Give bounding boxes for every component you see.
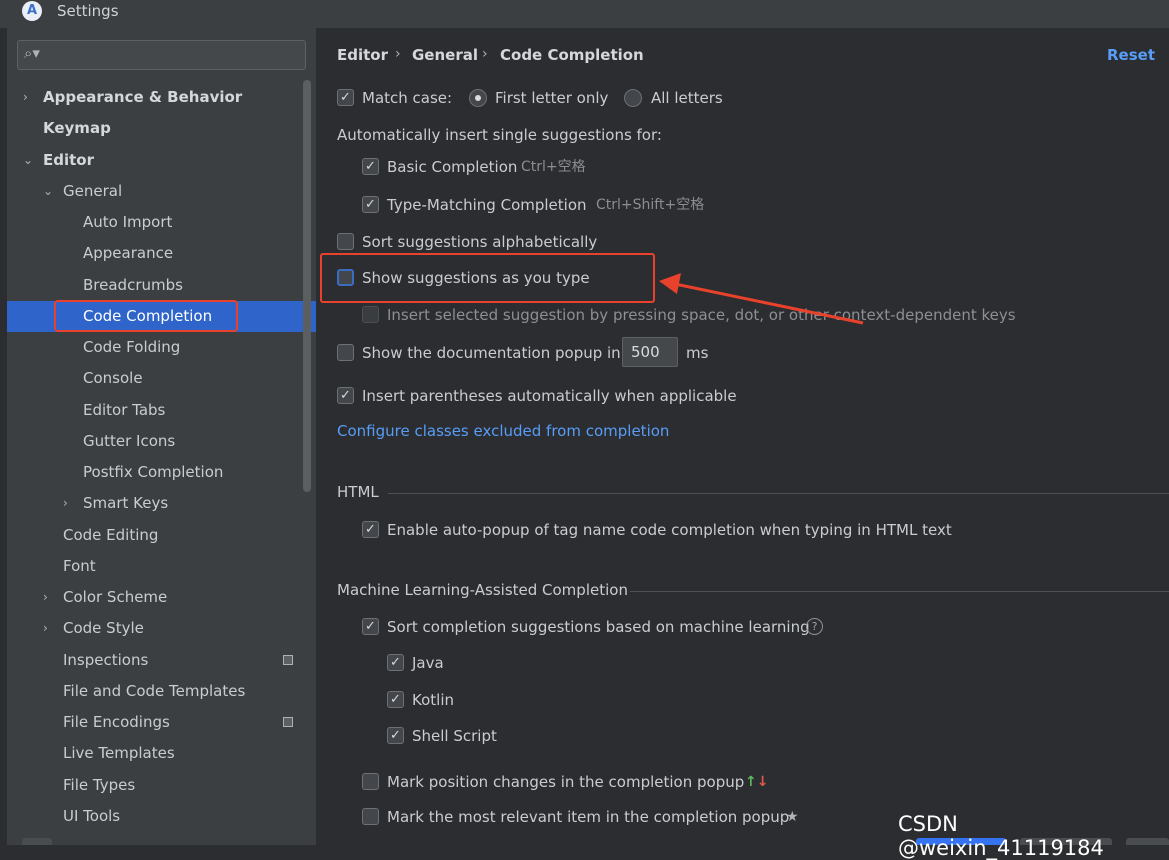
- chevron-right-icon[interactable]: ›: [43, 613, 48, 644]
- chevron-right-icon[interactable]: ›: [23, 82, 28, 113]
- doc-popup-delay-field[interactable]: 500: [622, 337, 678, 367]
- type-matching-checkbox[interactable]: ✓: [362, 196, 379, 213]
- basic-completion-row: ✓ Basic Completion Ctrl+空格: [362, 156, 662, 178]
- shortcut-hint: Ctrl+空格: [521, 159, 586, 175]
- mark-relevant-row: Mark the most relevant item in the compl…: [362, 806, 842, 828]
- auto-insert-heading: Automatically insert single suggestions …: [337, 126, 662, 144]
- sidebar-item-code-folding[interactable]: Code Folding: [7, 332, 316, 363]
- annotation-highlight-box: [320, 253, 655, 303]
- chevron-down-icon[interactable]: ⌄: [23, 145, 33, 176]
- android-studio-icon: A: [22, 1, 42, 21]
- breadcrumb-item-editor[interactable]: Editor: [337, 46, 388, 64]
- mark-position-row: Mark position changes in the completion …: [362, 771, 802, 793]
- breadcrumb-separator: ›: [395, 46, 401, 62]
- section-divider: [388, 493, 1169, 494]
- first-letter-radio[interactable]: [469, 89, 487, 107]
- sidebar-item-editor[interactable]: ⌄ Editor: [7, 145, 316, 176]
- sidebar-scrollbar[interactable]: [303, 80, 311, 492]
- ml-lang-shell-row: ✓ Shell Script: [387, 725, 587, 747]
- help-icon[interactable]: ?: [806, 618, 823, 635]
- sidebar-item-auto-import[interactable]: Auto Import: [7, 207, 316, 238]
- ml-lang-java-row: ✓ Java: [387, 652, 587, 674]
- basic-completion-checkbox[interactable]: ✓: [362, 158, 379, 175]
- star-icon: ★: [786, 809, 799, 825]
- breadcrumb-item-code-completion: Code Completion: [500, 46, 644, 64]
- arrows-up-down-icon: ↑↓: [745, 774, 769, 790]
- sort-alpha-row: Sort suggestions alphabetically: [337, 231, 637, 253]
- ml-lang-kotlin-row: ✓ Kotlin: [387, 689, 587, 711]
- annotation-highlight-box: [54, 300, 238, 332]
- doc-popup-checkbox[interactable]: [337, 344, 354, 361]
- breadcrumb-item-general[interactable]: General: [412, 46, 478, 64]
- insert-parens-checkbox[interactable]: ✓: [337, 387, 354, 404]
- match-case-row: ✓ Match case: First letter only All lett…: [337, 87, 757, 109]
- sidebar-item-color-scheme[interactable]: › Color Scheme: [7, 582, 316, 613]
- sidebar-item-file-types[interactable]: File Types: [7, 770, 316, 801]
- chevron-right-icon[interactable]: ›: [63, 488, 68, 519]
- sidebar-item-console[interactable]: Console: [7, 363, 316, 394]
- window-title: Settings: [57, 2, 119, 20]
- sidebar-item-live-templates[interactable]: Live Templates: [7, 738, 316, 769]
- sidebar-item-postfix-completion[interactable]: Postfix Completion: [7, 457, 316, 488]
- settings-content: Editor › General › Code Completion Reset…: [316, 28, 1169, 845]
- sidebar-item-code-style[interactable]: › Code Style: [7, 613, 316, 644]
- shell-script-checkbox[interactable]: ✓: [387, 727, 404, 744]
- html-auto-popup-checkbox[interactable]: ✓: [362, 521, 379, 538]
- sidebar-item-keymap[interactable]: Keymap: [7, 113, 316, 144]
- type-matching-row: ✓ Type-Matching Completion Ctrl+Shift+空格: [362, 194, 762, 216]
- configure-excluded-link[interactable]: Configure classes excluded from completi…: [337, 420, 669, 442]
- mark-relevant-checkbox[interactable]: [362, 808, 379, 825]
- sidebar-item-font[interactable]: Font: [7, 551, 316, 582]
- annotation-arrow-icon: [659, 273, 864, 325]
- insert-parens-row: ✓ Insert parentheses automatically when …: [337, 385, 757, 407]
- mark-position-checkbox[interactable]: [362, 773, 379, 790]
- sort-ml-row: ✓ Sort completion suggestions based on m…: [362, 616, 842, 638]
- sidebar-item-general[interactable]: ⌄ General: [7, 176, 316, 207]
- section-divider: [630, 591, 1169, 592]
- section-title-html: HTML: [337, 483, 379, 501]
- html-auto-popup-row: ✓ Enable auto-popup of tag name code com…: [362, 519, 982, 541]
- search-icon: ⌕▾: [24, 44, 40, 62]
- chevron-down-icon[interactable]: ⌄: [43, 176, 53, 207]
- all-letters-radio[interactable]: [624, 89, 642, 107]
- sidebar-item-editor-tabs[interactable]: Editor Tabs: [7, 395, 316, 426]
- java-checkbox[interactable]: ✓: [387, 654, 404, 671]
- reset-link[interactable]: Reset: [1107, 46, 1155, 64]
- chevron-right-icon[interactable]: ›: [43, 582, 48, 613]
- sidebar-item-appearance-behavior[interactable]: › Appearance & Behavior: [7, 82, 316, 113]
- left-edge: [0, 28, 7, 845]
- search-input[interactable]: ⌕▾: [17, 40, 306, 70]
- section-title-ml: Machine Learning-Assisted Completion: [337, 581, 628, 599]
- sidebar-item-smart-keys[interactable]: › Smart Keys: [7, 488, 316, 519]
- sort-alpha-checkbox[interactable]: [337, 233, 354, 250]
- sidebar-item-ui-tools[interactable]: UI Tools: [7, 801, 316, 832]
- sidebar-item-gutter-icons[interactable]: Gutter Icons: [7, 426, 316, 457]
- project-settings-icon: [283, 655, 293, 665]
- settings-sidebar: ⌕▾ › Appearance & Behavior Keymap ⌄ Edit…: [7, 28, 316, 845]
- doc-popup-row: Show the documentation popup in 500 ms: [337, 337, 757, 367]
- sidebar-item-appearance[interactable]: Appearance: [7, 238, 316, 269]
- breadcrumb-separator: ›: [482, 46, 488, 62]
- help-button[interactable]: [22, 838, 52, 845]
- insert-selected-checkbox[interactable]: [362, 306, 379, 323]
- kotlin-checkbox[interactable]: ✓: [387, 691, 404, 708]
- sidebar-item-file-code-templates[interactable]: File and Code Templates: [7, 676, 316, 707]
- sort-ml-checkbox[interactable]: ✓: [362, 618, 379, 635]
- sidebar-item-inspections[interactable]: Inspections: [7, 645, 316, 676]
- match-case-checkbox[interactable]: ✓: [337, 89, 354, 106]
- title-bar: A Settings: [0, 0, 1169, 28]
- sidebar-item-breadcrumbs[interactable]: Breadcrumbs: [7, 270, 316, 301]
- project-settings-icon: [283, 717, 293, 727]
- sidebar-item-file-encodings[interactable]: File Encodings: [7, 707, 316, 738]
- sidebar-item-code-editing[interactable]: Code Editing: [7, 520, 316, 551]
- shortcut-hint: Ctrl+Shift+空格: [596, 197, 705, 213]
- watermark: CSDN @weixin_41119184: [898, 812, 1104, 860]
